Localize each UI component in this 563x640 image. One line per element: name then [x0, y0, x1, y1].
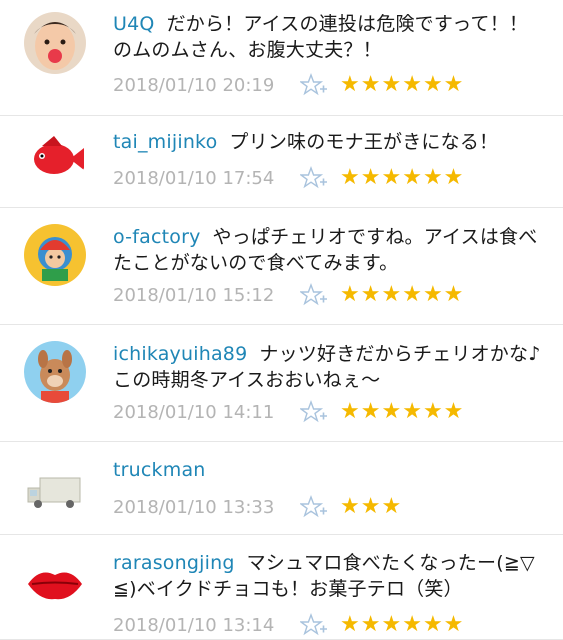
- username-link[interactable]: o-factory: [113, 226, 201, 248]
- comment-body: rarasongjing マシュマロ食べたくなったー(≧▽≦)ベイクドチョコも！お…: [113, 550, 547, 602]
- star-plus-icon[interactable]: [300, 165, 340, 191]
- comment-item: truckman 2018/01/10 13:33 ★★★: [0, 442, 563, 535]
- star-icon: ★: [360, 282, 382, 307]
- dog-character-avatar: [24, 341, 86, 403]
- comment-timestamp: 2018/01/10 17:54: [113, 167, 275, 189]
- star-plus-icon[interactable]: [300, 72, 340, 98]
- star-icon: ★: [443, 72, 465, 97]
- star-icon: ★: [340, 399, 361, 424]
- avatar[interactable]: [24, 126, 86, 188]
- avatar[interactable]: [24, 341, 86, 403]
- star-icon: ★: [402, 165, 423, 190]
- star-icon: ★: [402, 282, 423, 307]
- star-icon: ★: [381, 72, 403, 97]
- illustration-avatar: [24, 224, 86, 286]
- star-icon: ★: [402, 612, 423, 637]
- star-plus-icon[interactable]: [300, 282, 340, 308]
- star-plus-icon[interactable]: [300, 494, 340, 520]
- star-icon: ★: [340, 612, 361, 637]
- avatar[interactable]: [24, 12, 86, 74]
- star-icon: ★: [422, 282, 444, 307]
- star-icon: ★: [443, 399, 465, 424]
- comment-list: U4Q だから！アイスの連投は危険ですって！！のムのムさん、お腹大丈夫？！ 201…: [0, 0, 563, 640]
- avatar[interactable]: [24, 224, 86, 286]
- avatar[interactable]: [24, 553, 86, 615]
- username-link[interactable]: truckman: [113, 459, 206, 481]
- star-plus-icon[interactable]: [300, 399, 340, 425]
- star-icon: ★: [443, 612, 465, 637]
- comment-meta: 2018/01/10 15:12 ★★★★★★: [113, 282, 464, 308]
- comment-text-block: tai_mijinko プリン味のモナ王がきになる！: [113, 129, 547, 155]
- comment-timestamp: 2018/01/10 15:12: [113, 284, 275, 306]
- star-plus-icon[interactable]: [300, 612, 340, 638]
- username-link[interactable]: ichikayuiha89: [113, 343, 247, 365]
- comment-body: o-factory やっぱチェリオですね。アイスは食べたことがないので食べてみます…: [113, 224, 547, 276]
- star-icon: ★: [443, 165, 465, 190]
- comment-text-block: o-factory やっぱチェリオですね。アイスは食べたことがないので食べてみます…: [113, 224, 547, 276]
- comment-meta: 2018/01/10 14:11 ★★★★★★: [113, 399, 464, 425]
- comment-timestamp: 2018/01/10 13:14: [113, 614, 275, 636]
- star-icon: ★: [360, 494, 382, 519]
- comment-text: だから！アイスの連投は危険ですって！！のムのムさん、お腹大丈夫？！: [113, 13, 529, 61]
- comment-text-block: ichikayuiha89 ナッツ好きだからチェリオかな♪この時期冬アイスおおいね…: [113, 341, 547, 393]
- star-icon: ★: [340, 494, 361, 519]
- star-icon: ★: [340, 282, 361, 307]
- comment-text-block: U4Q だから！アイスの連投は危険ですって！！のムのムさん、お腹大丈夫？！: [113, 11, 547, 63]
- star-icon: ★: [422, 165, 444, 190]
- star-rating: ★★★: [340, 494, 402, 520]
- avatar[interactable]: [24, 460, 86, 522]
- star-rating: ★★★★★★: [340, 612, 464, 638]
- comment-meta: 2018/01/10 17:54 ★★★★★★: [113, 165, 464, 191]
- star-icon: ★: [340, 165, 361, 190]
- comment-text-block: rarasongjing マシュマロ食べたくなったー(≧▽≦)ベイクドチョコも！お…: [113, 550, 547, 602]
- comment-body: U4Q だから！アイスの連投は危険ですって！！のムのムさん、お腹大丈夫？！: [113, 11, 547, 63]
- star-icon: ★: [381, 165, 403, 190]
- comment-item: o-factory やっぱチェリオですね。アイスは食べたことがないので食べてみます…: [0, 208, 563, 325]
- comment-item: tai_mijinko プリン味のモナ王がきになる！ 2018/01/10 17:…: [0, 116, 563, 208]
- star-rating: ★★★★★★: [340, 282, 464, 308]
- comment-text: プリン味のモナ王がきになる！: [229, 131, 499, 153]
- star-rating: ★★★★★★: [340, 399, 464, 425]
- star-icon: ★: [422, 72, 444, 97]
- star-rating: ★★★★★★: [340, 165, 464, 191]
- star-icon: ★: [360, 612, 382, 637]
- comment-timestamp: 2018/01/10 13:33: [113, 496, 275, 518]
- comment-meta: 2018/01/10 13:14 ★★★★★★: [113, 612, 464, 638]
- star-icon: ★: [381, 494, 403, 519]
- comment-body: tai_mijinko プリン味のモナ王がきになる！: [113, 129, 547, 155]
- red-lips-avatar: [24, 553, 86, 615]
- truck-avatar: [24, 460, 86, 522]
- star-icon: ★: [381, 612, 403, 637]
- star-icon: ★: [422, 399, 444, 424]
- star-icon: ★: [443, 282, 465, 307]
- star-icon: ★: [340, 72, 361, 97]
- comment-meta: 2018/01/10 13:33 ★★★: [113, 494, 402, 520]
- comment-text-block: truckman: [113, 457, 547, 483]
- username-link[interactable]: tai_mijinko: [113, 131, 217, 153]
- star-icon: ★: [381, 282, 403, 307]
- star-icon: ★: [360, 72, 382, 97]
- username-link[interactable]: U4Q: [113, 13, 155, 35]
- comment-body: truckman: [113, 457, 547, 483]
- star-icon: ★: [381, 399, 403, 424]
- star-icon: ★: [422, 612, 444, 637]
- star-icon: ★: [360, 165, 382, 190]
- comment-timestamp: 2018/01/10 14:11: [113, 401, 275, 423]
- comment-item: rarasongjing マシュマロ食べたくなったー(≧▽≦)ベイクドチョコも！お…: [0, 535, 563, 640]
- comment-item: ichikayuiha89 ナッツ好きだからチェリオかな♪この時期冬アイスおおいね…: [0, 325, 563, 442]
- child-face-avatar: [24, 12, 86, 74]
- comment-meta: 2018/01/10 20:19 ★★★★★★: [113, 72, 464, 98]
- star-icon: ★: [360, 399, 382, 424]
- username-link[interactable]: rarasongjing: [113, 552, 235, 574]
- comment-timestamp: 2018/01/10 20:19: [113, 74, 275, 96]
- star-icon: ★: [402, 72, 423, 97]
- comment-body: ichikayuiha89 ナッツ好きだからチェリオかな♪この時期冬アイスおおいね…: [113, 341, 547, 393]
- comment-item: U4Q だから！アイスの連投は危険ですって！！のムのムさん、お腹大丈夫？！ 201…: [0, 0, 563, 116]
- star-rating: ★★★★★★: [340, 72, 464, 98]
- red-fish-avatar: [24, 126, 86, 188]
- star-icon: ★: [402, 399, 423, 424]
